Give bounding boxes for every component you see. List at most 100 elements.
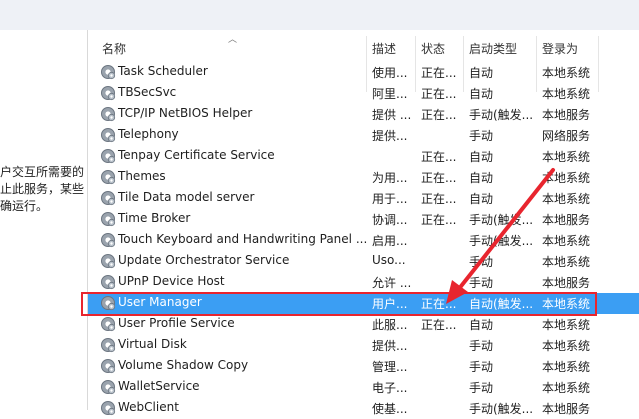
- service-logon-cell: 本地服务: [542, 276, 591, 290]
- service-row[interactable]: WebClient 使基... 手动(触发... 本地服务: [88, 398, 639, 419]
- service-name-cell: Touch Keyboard and Handwriting Panel ...: [118, 232, 368, 246]
- service-desc-cell: 使用...: [372, 66, 408, 80]
- service-gear-icon: [101, 65, 116, 80]
- service-status-cell: 正在...: [421, 318, 457, 332]
- service-logon-cell: 本地系统: [542, 255, 591, 269]
- column-header-startup-type[interactable]: 启动类型: [469, 40, 517, 57]
- service-desc-cell: 协调...: [372, 213, 408, 227]
- service-name-cell: User Profile Service: [118, 316, 235, 330]
- service-gear-icon: [101, 149, 116, 164]
- service-desc-cell: 电子...: [372, 381, 408, 395]
- service-status-cell: 正在...: [421, 108, 457, 122]
- service-logon-cell: 本地系统: [542, 171, 591, 185]
- service-status-cell: 正在...: [421, 171, 457, 185]
- service-status-cell: 正在...: [421, 150, 457, 164]
- service-gear-icon: [101, 359, 116, 374]
- service-name-cell: WebClient: [118, 400, 179, 414]
- services-list[interactable]: ︿ 名称 描述 状态 启动类型 登录为 Task Scheduler 使用... 正…: [88, 30, 639, 416]
- service-startup-cell: 手动(触发...: [469, 234, 534, 248]
- service-name-cell: Themes: [118, 169, 166, 183]
- service-startup-cell: 手动: [469, 339, 494, 353]
- service-desc-cell: 用于...: [372, 192, 408, 206]
- service-row[interactable]: TCP/IP NetBIOS Helper 提供 ... 正在... 手动(触发...…: [88, 104, 639, 125]
- service-name-cell: Tenpay Certificate Service: [118, 148, 275, 162]
- service-status-cell: 正在...: [421, 87, 457, 101]
- service-gear-icon: [101, 317, 116, 332]
- service-startup-cell: 手动: [469, 129, 494, 143]
- service-logon-cell: 本地系统: [542, 339, 591, 353]
- service-gear-icon: [101, 128, 116, 143]
- service-name-cell: Update Orchestrator Service: [118, 253, 290, 267]
- service-name-cell: Time Broker: [118, 211, 191, 225]
- column-header-description[interactable]: 描述: [372, 40, 396, 57]
- service-name-cell: TCP/IP NetBIOS Helper: [118, 106, 253, 120]
- service-name-cell: Virtual Disk: [118, 337, 187, 351]
- service-row[interactable]: Touch Keyboard and Handwriting Panel ...…: [88, 230, 639, 251]
- service-row[interactable]: Virtual Disk 提供... 手动 本地系统: [88, 335, 639, 356]
- service-gear-icon: [101, 254, 116, 269]
- service-desc-cell: 提供...: [372, 339, 408, 353]
- service-row[interactable]: Themes 为用... 正在... 自动 本地系统: [88, 167, 639, 188]
- service-logon-cell: 本地系统: [542, 66, 591, 80]
- service-desc-cell: 为用...: [372, 171, 408, 185]
- service-status-cell: 正在...: [421, 66, 457, 80]
- highlight-box: [81, 292, 597, 316]
- service-name-cell: Volume Shadow Copy: [118, 358, 249, 372]
- service-name-cell: TBSecSvc: [118, 85, 177, 99]
- service-row[interactable]: Volume Shadow Copy 管理... 手动 本地系统: [88, 356, 639, 377]
- service-logon-cell: 本地系统: [542, 192, 591, 206]
- service-gear-icon: [101, 86, 116, 101]
- service-gear-icon: [101, 275, 116, 290]
- service-name-cell: UPnP Device Host: [118, 274, 225, 288]
- column-header-log-on-as[interactable]: 登录为: [542, 40, 578, 57]
- service-gear-icon: [101, 170, 116, 185]
- service-logon-cell: 本地服务: [542, 108, 591, 122]
- service-desc-cell: 启用...: [372, 234, 408, 248]
- window-top-band: [0, 0, 639, 30]
- service-logon-cell: 本地服务: [542, 213, 591, 227]
- column-header-name[interactable]: 名称: [102, 40, 126, 57]
- service-gear-icon: [101, 233, 116, 248]
- service-logon-cell: 本地系统: [542, 234, 591, 248]
- service-gear-icon: [101, 338, 116, 353]
- service-row[interactable]: User Profile Service 此服... 正在... 自动 本地系统: [88, 314, 639, 335]
- service-startup-cell: 手动: [469, 381, 494, 395]
- service-row[interactable]: Update Orchestrator Service Uso... 手动 本地系统: [88, 251, 639, 272]
- service-row[interactable]: Tenpay Certificate Service 正在... 自动 本地系统: [88, 146, 639, 167]
- service-row[interactable]: Tile Data model server 用于... 正在... 自动 本地系统: [88, 188, 639, 209]
- service-name-cell: WalletService: [118, 379, 200, 393]
- description-line: 户交互所需要的: [0, 165, 85, 179]
- service-startup-cell: 手动: [469, 276, 494, 290]
- service-row[interactable]: TBSecSvc 阿里... 正在... 自动 本地系统: [88, 83, 639, 104]
- service-desc-cell: 阿里...: [372, 87, 408, 101]
- service-logon-cell: 本地系统: [542, 150, 591, 164]
- service-row[interactable]: Telephony 提供... 手动 网络服务: [88, 125, 639, 146]
- service-row[interactable]: UPnP Device Host 允许 ... 手动 本地服务: [88, 272, 639, 293]
- service-startup-cell: 手动(触发...: [469, 213, 534, 227]
- service-logon-cell: 本地系统: [542, 87, 591, 101]
- service-startup-cell: 自动: [469, 192, 494, 206]
- service-row[interactable]: Task Scheduler 使用... 正在... 自动 本地系统: [88, 62, 639, 83]
- service-logon-cell: 本地系统: [542, 360, 591, 374]
- service-startup-cell: 自动: [469, 318, 494, 332]
- service-desc-cell: 使基...: [372, 402, 408, 416]
- service-startup-cell: 自动: [469, 150, 494, 164]
- sort-ascending-icon: ︿: [228, 35, 238, 45]
- description-line: 确运行。: [0, 199, 49, 213]
- service-desc-cell: 此服...: [372, 318, 408, 332]
- service-name-cell: Task Scheduler: [118, 64, 208, 78]
- column-header-status[interactable]: 状态: [421, 40, 445, 57]
- service-name-cell: Telephony: [118, 127, 179, 141]
- service-desc-cell: 提供 ...: [372, 108, 412, 122]
- service-status-cell: 正在...: [421, 192, 457, 206]
- service-row[interactable]: Time Broker 协调... 正在... 手动(触发... 本地服务: [88, 209, 639, 230]
- service-row[interactable]: WalletService 电子... 手动 本地系统: [88, 377, 639, 398]
- service-gear-icon: [101, 191, 116, 206]
- service-desc-cell: 管理...: [372, 360, 408, 374]
- service-desc-cell: 允许 ...: [372, 276, 412, 290]
- service-logon-cell: 本地服务: [542, 402, 591, 416]
- service-startup-cell: 自动: [469, 87, 494, 101]
- service-startup-cell: 手动: [469, 255, 494, 269]
- service-startup-cell: 自动: [469, 66, 494, 80]
- service-startup-cell: 手动(触发...: [469, 402, 534, 416]
